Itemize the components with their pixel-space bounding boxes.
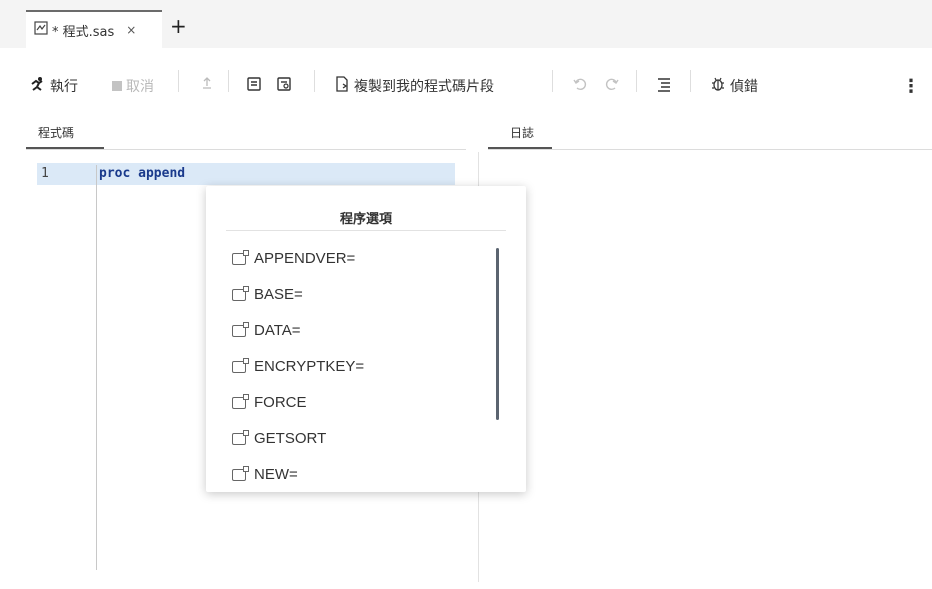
option-icon xyxy=(232,465,249,481)
popup-title: 程序選項 xyxy=(339,212,392,227)
line-number: 1 xyxy=(41,166,49,181)
toolbar-divider xyxy=(690,70,691,92)
tab-program-sas[interactable]: * 程式.sas × xyxy=(26,10,162,48)
option-label: ENCRYPTKEY= xyxy=(254,358,365,375)
redo-button[interactable] xyxy=(604,76,620,92)
autocomplete-popup: 程序選項 APPENDVER= BASE= DATA= ENCRYPTKEY= … xyxy=(206,186,526,492)
upload-icon xyxy=(203,77,211,89)
toolbar-divider xyxy=(314,70,315,92)
option-label: GETSORT xyxy=(254,430,327,447)
save-as-icon xyxy=(276,76,292,96)
toolbar-divider xyxy=(552,70,553,92)
save-button[interactable] xyxy=(246,76,262,96)
run-button[interactable]: 執行 xyxy=(30,76,78,96)
more-options-button[interactable]: ⋮ xyxy=(902,76,920,97)
option-item[interactable]: BASE= xyxy=(232,285,303,303)
option-item[interactable]: FORCE xyxy=(232,393,307,411)
cancel-button[interactable]: 取消 xyxy=(112,76,154,96)
code-editor-text[interactable]: proc append xyxy=(99,166,185,181)
option-label: APPENDVER= xyxy=(254,250,356,267)
option-icon xyxy=(232,285,249,301)
format-code-button[interactable] xyxy=(656,76,672,92)
cancel-label: 取消 xyxy=(126,79,154,95)
submit-icon-button[interactable] xyxy=(200,76,214,90)
bug-icon xyxy=(710,76,726,96)
debug-label: 偵錯 xyxy=(730,79,758,95)
debug-button[interactable]: 偵錯 xyxy=(710,76,758,96)
option-label: DATA= xyxy=(254,322,301,339)
log-pane-border xyxy=(488,149,932,150)
toolbar-divider xyxy=(228,70,229,92)
copy-snippet-icon xyxy=(334,76,350,96)
popup-divider xyxy=(226,230,506,231)
option-item[interactable]: NEW= xyxy=(232,465,298,483)
option-item[interactable]: ENCRYPTKEY= xyxy=(232,357,365,375)
tab-title: * 程式.sas xyxy=(52,24,115,40)
option-icon xyxy=(232,249,249,265)
toolbar-divider xyxy=(178,70,179,92)
option-item[interactable]: GETSORT xyxy=(232,429,327,447)
code-pane-border xyxy=(26,149,466,150)
save-icon xyxy=(246,76,262,96)
format-icon xyxy=(658,78,670,92)
tab-close-button[interactable]: × xyxy=(126,23,136,37)
undo-button[interactable] xyxy=(572,76,588,92)
add-tab-button[interactable]: + xyxy=(170,16,187,36)
option-item[interactable]: APPENDVER= xyxy=(232,249,356,267)
run-icon xyxy=(30,76,46,96)
tab-code[interactable]: 程式碼 xyxy=(38,124,74,141)
option-icon xyxy=(232,429,249,445)
option-icon xyxy=(232,393,249,409)
undo-icon xyxy=(573,78,587,91)
option-icon xyxy=(232,357,249,373)
option-label: NEW= xyxy=(254,466,298,483)
option-item[interactable]: DATA= xyxy=(232,321,301,339)
copy-to-snippets-button[interactable]: 複製到我的程式碼片段 xyxy=(334,76,494,96)
option-icon xyxy=(232,321,249,337)
save-as-button[interactable] xyxy=(276,76,292,96)
gutter-border xyxy=(96,165,97,570)
copy-snippet-label: 複製到我的程式碼片段 xyxy=(354,79,494,95)
redo-icon xyxy=(605,78,619,91)
toolbar-divider xyxy=(636,70,637,92)
stop-icon xyxy=(112,81,122,91)
option-label: FORCE xyxy=(254,394,307,411)
tab-log[interactable]: 日誌 xyxy=(510,124,534,141)
popup-scrollbar[interactable] xyxy=(496,248,499,420)
program-file-icon xyxy=(34,21,48,39)
run-label: 執行 xyxy=(50,79,78,95)
option-label: BASE= xyxy=(254,286,303,303)
